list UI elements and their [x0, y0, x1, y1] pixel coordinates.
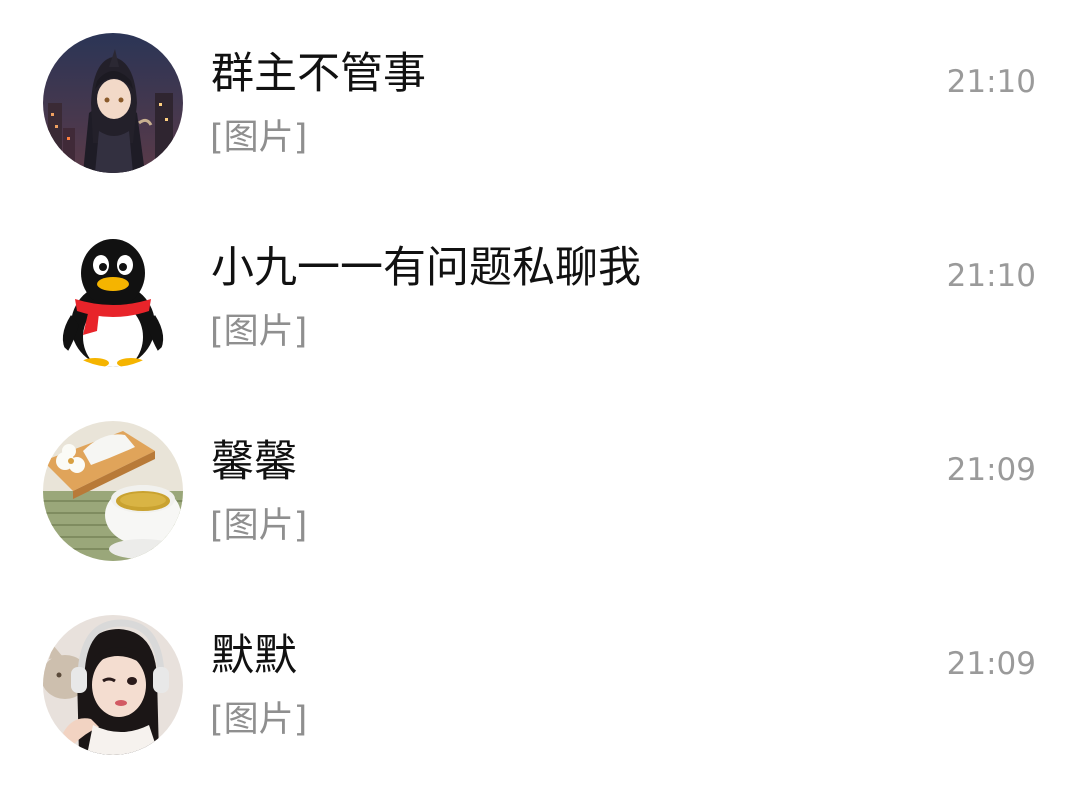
chat-item[interactable]: 默默 [图片] 21:09 [0, 588, 1080, 782]
chat-time: 21:10 [946, 258, 1036, 294]
chat-name: 默默 [211, 631, 297, 681]
chat-item[interactable]: 群主不管事 [图片] 21:10 [0, 6, 1080, 200]
avatar[interactable] [43, 33, 183, 173]
chat-name: 馨馨 [211, 437, 297, 487]
avatar[interactable] [43, 227, 183, 367]
chat-time: 21:09 [946, 646, 1036, 682]
chat-preview: [图片] [210, 312, 308, 352]
avatar[interactable] [43, 421, 183, 561]
chat-name: 小九一一有问题私聊我 [211, 243, 641, 293]
chat-time: 21:09 [946, 452, 1036, 488]
chat-time: 21:10 [946, 64, 1036, 100]
chat-list: 群主不管事 [图片] 21:10 小九一一有问题私聊我 [图片] 21:10 馨… [0, 0, 1080, 801]
chat-preview: [图片] [210, 118, 308, 158]
chat-item[interactable]: 小九一一有问题私聊我 [图片] 21:10 [0, 200, 1080, 394]
avatar[interactable] [43, 615, 183, 755]
girl-headphones-avatar-icon [43, 615, 183, 755]
chat-name: 群主不管事 [211, 49, 426, 99]
anime-girl-avatar-icon [43, 33, 183, 173]
qq-penguin-avatar-icon [43, 227, 183, 367]
chat-item[interactable]: 馨馨 [图片] 21:09 [0, 394, 1080, 588]
chat-preview: [图片] [210, 700, 308, 740]
chat-preview: [图片] [210, 506, 308, 546]
tea-cup-avatar-icon [43, 421, 183, 561]
